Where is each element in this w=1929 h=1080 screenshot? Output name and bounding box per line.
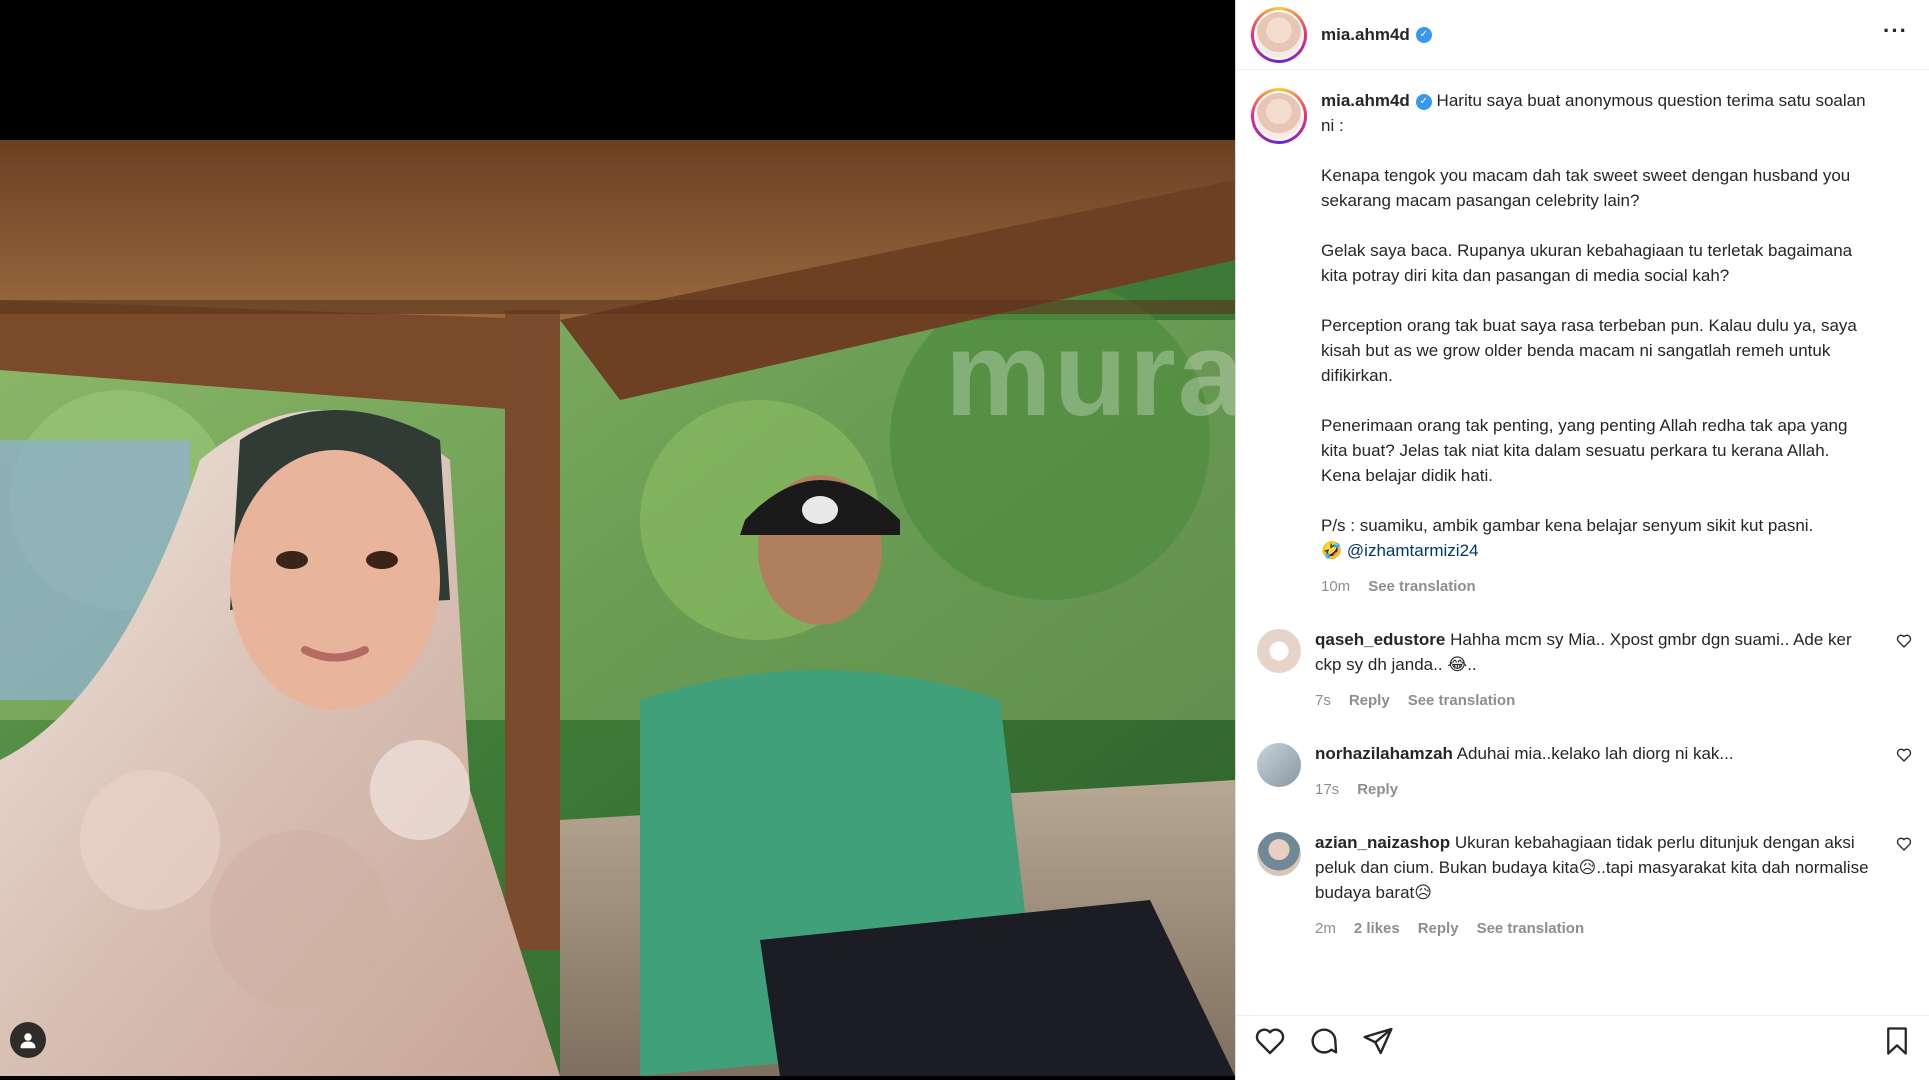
see-translation-link[interactable]: See translation	[1368, 574, 1476, 599]
comment-item: norhazilahamzah Aduhai mia..kelako lah d…	[1251, 741, 1912, 802]
rofl-emoji: 🤣	[1321, 541, 1343, 560]
caption-avatar[interactable]	[1251, 88, 1307, 144]
share-icon[interactable]	[1362, 1025, 1394, 1057]
comment-item: azian_naizashop Ukuran kebahagiaan tidak…	[1251, 830, 1912, 941]
see-translation-link[interactable]: See translation	[1408, 688, 1516, 713]
comment-username[interactable]: qaseh_edustore	[1315, 630, 1445, 649]
heart-icon[interactable]	[1254, 1025, 1286, 1057]
see-translation-link[interactable]: See translation	[1477, 916, 1585, 941]
reply-button[interactable]: Reply	[1357, 777, 1398, 802]
photo-illustration	[0, 140, 1235, 1076]
post-actions-bar	[1236, 1015, 1929, 1065]
comment-text: Aduhai mia..kelako lah diorg ni kak...	[1456, 744, 1734, 763]
author-username[interactable]: mia.ahm4d	[1321, 25, 1410, 45]
commenter-avatar[interactable]	[1257, 629, 1301, 673]
like-comment-heart-icon[interactable]	[1896, 836, 1912, 857]
bookmark-icon[interactable]	[1882, 1026, 1912, 1056]
comments-section[interactable]: mia.ahm4d ✓ Haritu saya buat anonymous qu…	[1236, 70, 1929, 995]
caption: mia.ahm4d ✓ Haritu saya buat anonymous qu…	[1251, 88, 1912, 599]
comment-item: qaseh_edustore Hahha mcm sy Mia.. Xpost …	[1251, 627, 1912, 713]
commenter-avatar[interactable]	[1257, 832, 1301, 876]
comment-username[interactable]: norhazilahamzah	[1315, 744, 1453, 763]
post-photo	[0, 140, 1235, 1076]
author-avatar[interactable]	[1251, 6, 1307, 63]
more-horizontal-icon[interactable]: ···	[1883, 18, 1908, 44]
post-side-panel: mia.ahm4d ✓ ··· mia.ahm4d ✓ Haritu saya b…	[1235, 0, 1929, 1080]
comment-time: 2m	[1315, 920, 1336, 937]
user-tag-icon[interactable]	[10, 1022, 46, 1058]
comment-text-tail: ..	[1467, 655, 1477, 674]
verified-badge-icon: ✓	[1415, 26, 1432, 43]
commenter-avatar[interactable]	[1257, 743, 1301, 787]
verified-badge-icon: ✓	[1415, 93, 1432, 110]
post-media[interactable]: murai	[0, 0, 1235, 1080]
likes-count[interactable]: 2 likes	[1354, 916, 1400, 941]
reply-button[interactable]: Reply	[1418, 916, 1459, 941]
joy-emoji: 😂	[1447, 655, 1468, 674]
like-comment-heart-icon[interactable]	[1896, 633, 1912, 654]
comment-username[interactable]: azian_naizashop	[1315, 833, 1450, 852]
post-header: mia.ahm4d ✓ ···	[1236, 0, 1929, 70]
like-comment-heart-icon[interactable]	[1896, 747, 1912, 768]
comment-time: 17s	[1315, 781, 1340, 798]
sad-emoji: 😥	[1578, 858, 1597, 877]
sad-emoji: 😥	[1414, 883, 1432, 902]
reply-button[interactable]: Reply	[1349, 688, 1390, 713]
caption-text: Haritu saya buat anonymous question teri…	[1321, 91, 1866, 535]
comment-icon[interactable]	[1308, 1025, 1340, 1057]
comment-time: 7s	[1315, 692, 1331, 709]
caption-username[interactable]: mia.ahm4d	[1321, 91, 1410, 110]
mention-link[interactable]: @izhamtarmizi24	[1347, 541, 1479, 560]
caption-time: 10m	[1321, 578, 1351, 595]
